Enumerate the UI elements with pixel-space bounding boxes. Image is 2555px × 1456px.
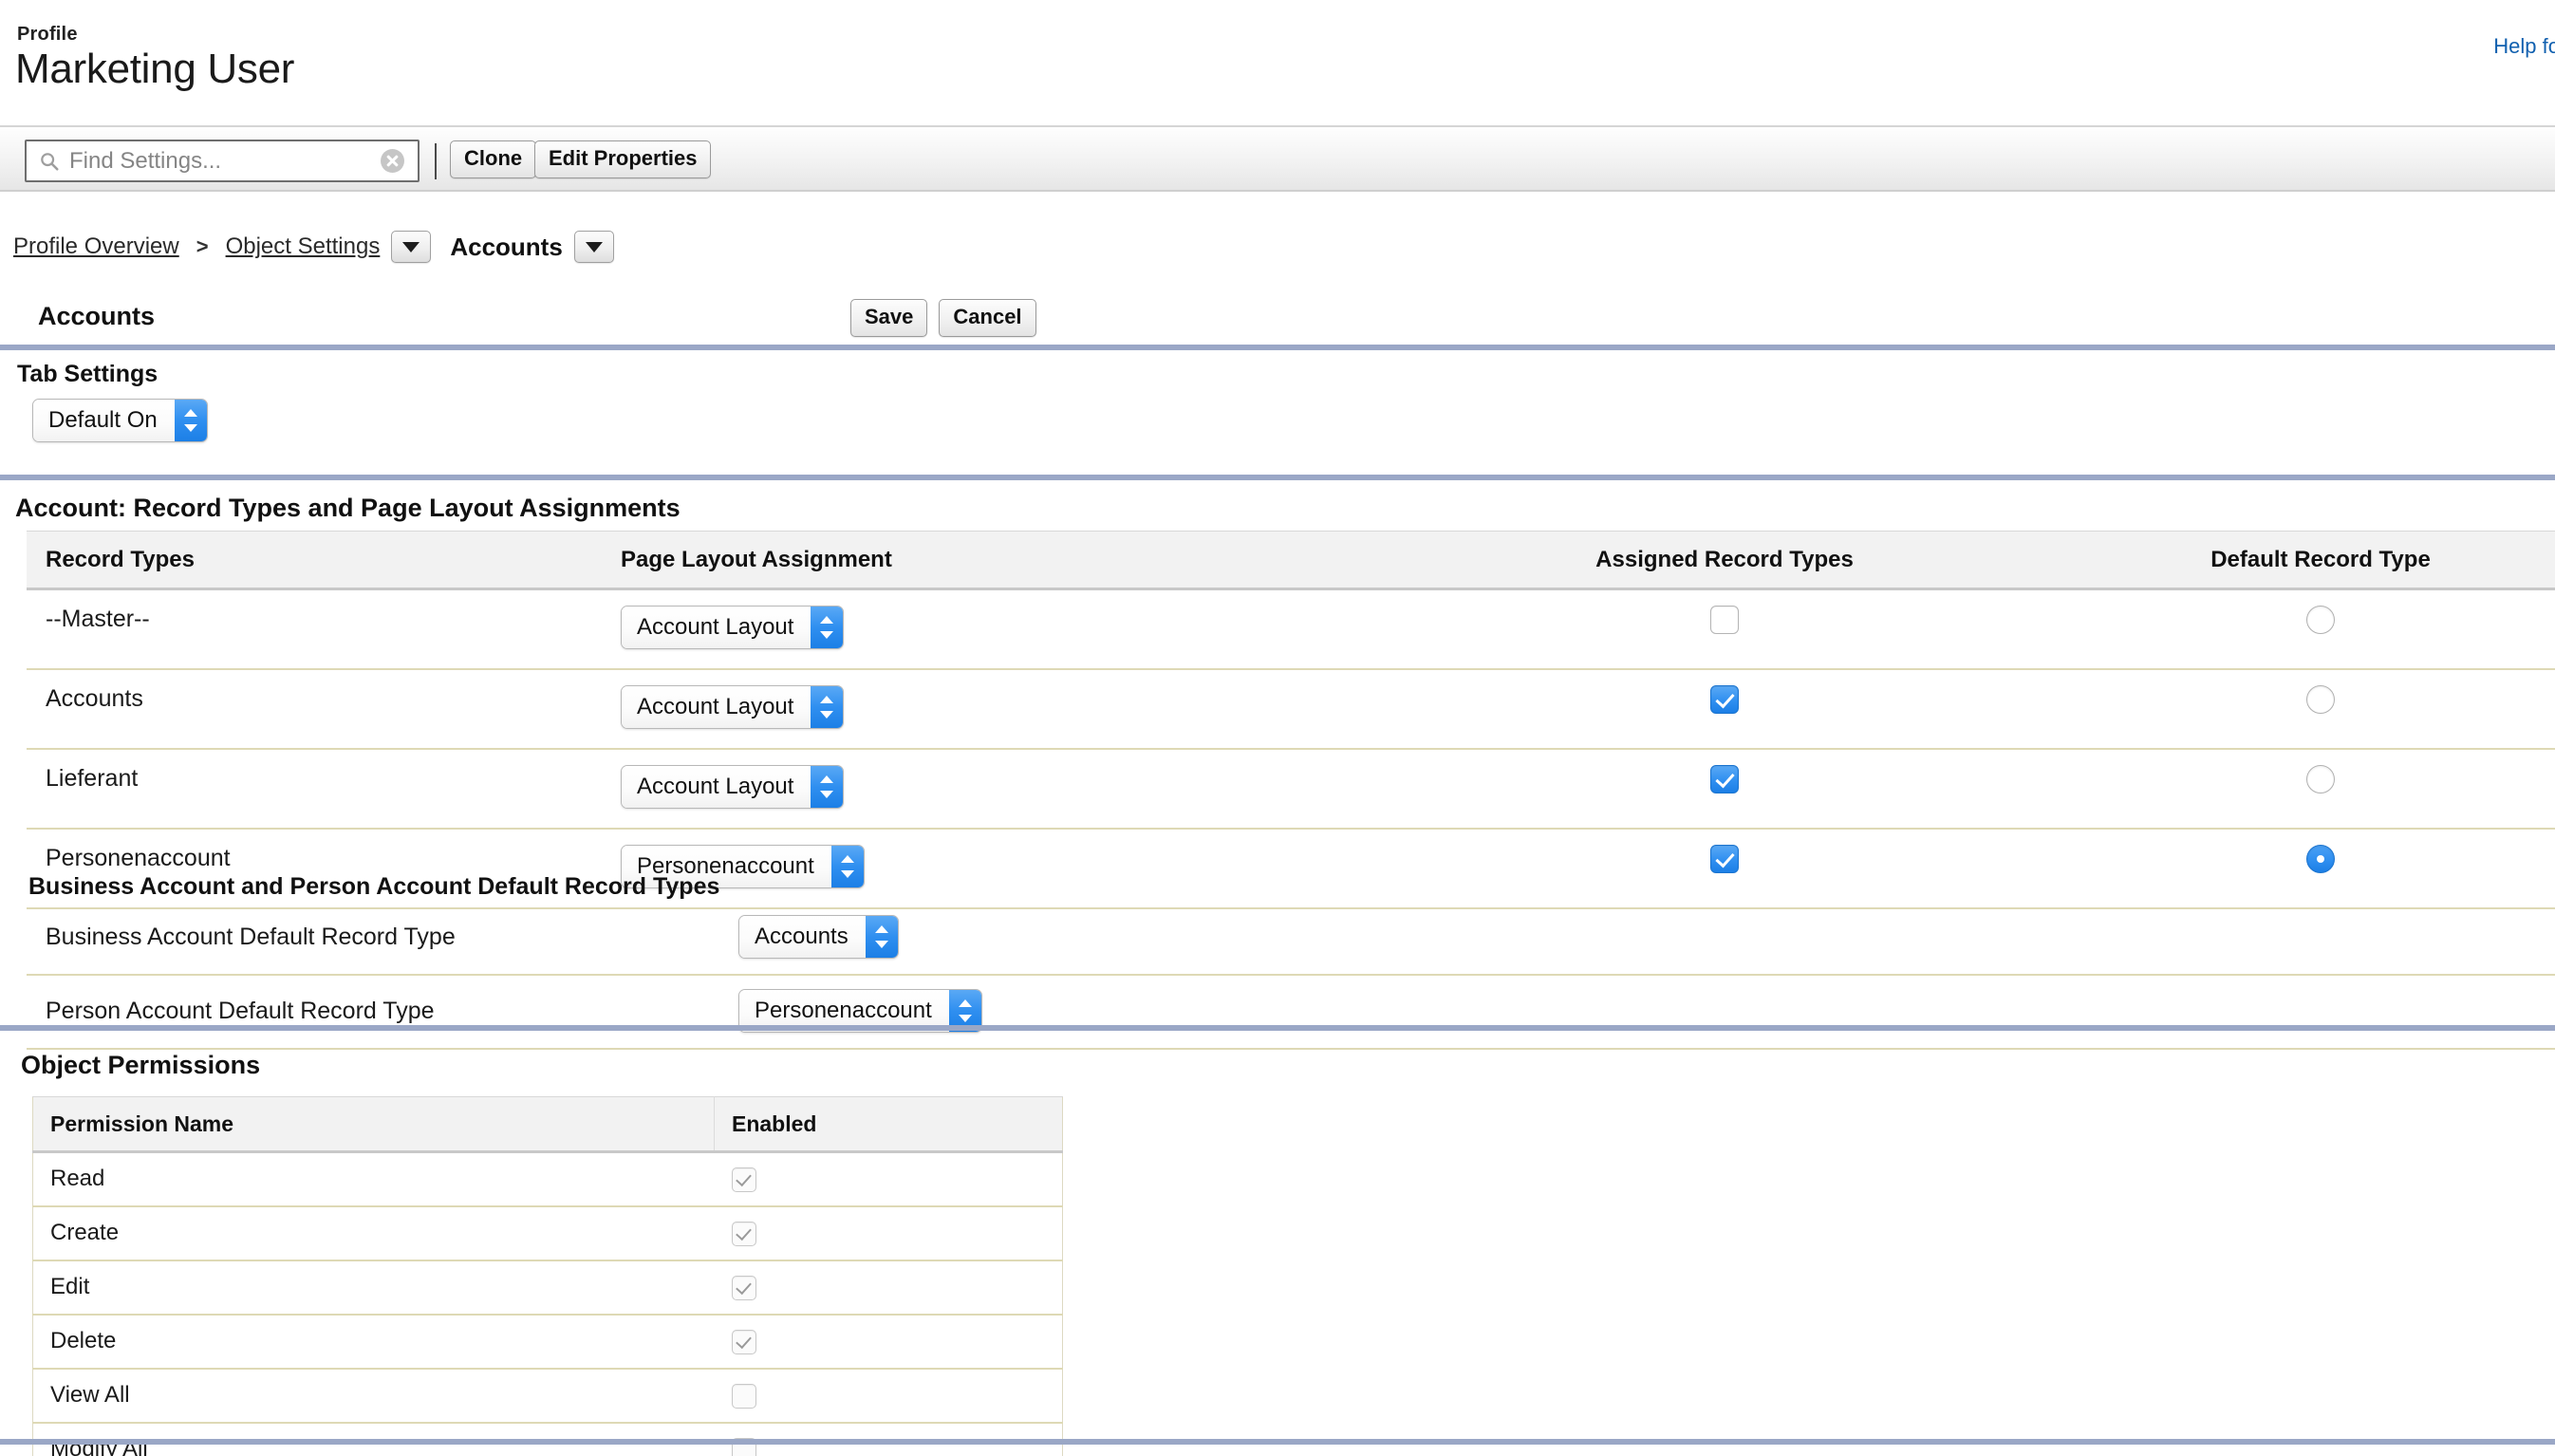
tab-settings-select[interactable]: Default On bbox=[32, 399, 208, 442]
assigned-record-type-checkbox[interactable] bbox=[1710, 606, 1739, 635]
table-row: Create bbox=[32, 1206, 1063, 1261]
business-account-default-value: Accounts bbox=[739, 916, 866, 958]
tab-settings-select-value: Default On bbox=[33, 400, 175, 441]
person-account-default-label: Person Account Default Record Type bbox=[27, 975, 719, 1050]
record-types-table: Record Types Page Layout Assignment Assi… bbox=[27, 531, 2555, 909]
chevron-down-icon bbox=[402, 241, 420, 252]
permission-enabled-checkbox bbox=[731, 1221, 756, 1246]
object-settings-dropdown-button[interactable] bbox=[391, 231, 432, 263]
default-record-type-radio[interactable] bbox=[2306, 685, 2335, 715]
permission-name: Edit bbox=[32, 1260, 715, 1316]
permission-enabled-checkbox bbox=[731, 1167, 756, 1192]
breadcrumb: Profile Overview > Object Settings Accou… bbox=[0, 220, 2555, 273]
stepper-arrows-icon bbox=[865, 916, 898, 958]
page-bottom-divider bbox=[0, 1439, 2555, 1445]
clear-icon[interactable] bbox=[381, 149, 404, 173]
permission-name: View All bbox=[32, 1369, 715, 1424]
assigned-record-type-checkbox[interactable] bbox=[1710, 845, 1739, 874]
chevron-down-icon bbox=[585, 241, 603, 252]
object-permissions-table: Permission Name Enabled Read Create Edit… bbox=[32, 1096, 1063, 1456]
table-row: Read bbox=[32, 1151, 1063, 1207]
page-eyebrow: Profile bbox=[17, 24, 78, 45]
table-row: Business Account Default Record Type Acc… bbox=[27, 902, 2555, 976]
table-row: Accounts Account Layout bbox=[27, 669, 2555, 750]
assigned-record-type-checkbox[interactable] bbox=[1710, 765, 1739, 794]
col-assigned-record-types: Assigned Record Types bbox=[1363, 531, 2086, 590]
default-record-type-radio[interactable] bbox=[2306, 845, 2335, 874]
stepper-arrows-icon bbox=[811, 686, 844, 728]
col-default-record-type: Default Record Type bbox=[2086, 531, 2555, 590]
table-row: View All bbox=[32, 1369, 1063, 1424]
account-defaults-heading: Business Account and Person Account Defa… bbox=[28, 873, 720, 900]
breadcrumb-profile-overview[interactable]: Profile Overview bbox=[13, 233, 179, 260]
search-box[interactable] bbox=[25, 140, 420, 182]
section-title-accounts: Accounts bbox=[38, 302, 156, 330]
section-divider bbox=[0, 475, 2555, 480]
stepper-arrows-icon bbox=[174, 400, 207, 441]
table-row: Lieferant Account Layout bbox=[27, 749, 2555, 830]
page-title: Marketing User bbox=[15, 46, 295, 92]
assigned-record-type-checkbox[interactable] bbox=[1710, 685, 1739, 715]
page-layout-select-value: Account Layout bbox=[622, 607, 811, 648]
col-permission-name: Permission Name bbox=[32, 1096, 715, 1153]
record-types-heading: Account: Record Types and Page Layout As… bbox=[15, 494, 681, 522]
stepper-arrows-icon bbox=[830, 846, 864, 887]
permission-name: Create bbox=[32, 1206, 715, 1261]
page-layout-select[interactable]: Account Layout bbox=[621, 685, 845, 729]
col-enabled: Enabled bbox=[714, 1096, 1063, 1153]
profile-object-settings-page: Profile Marketing User Help fo Clone Edi… bbox=[0, 0, 2555, 1456]
table-row: Person Account Default Record Type Perso… bbox=[27, 975, 2555, 1050]
edit-properties-button[interactable]: Edit Properties bbox=[534, 140, 712, 179]
breadcrumb-object-settings[interactable]: Object Settings bbox=[226, 233, 381, 260]
page-layout-select-value: Account Layout bbox=[622, 766, 811, 808]
cancel-button[interactable]: Cancel bbox=[939, 299, 1036, 338]
default-record-type-radio[interactable] bbox=[2306, 765, 2335, 794]
record-type-name: --Master-- bbox=[27, 588, 604, 670]
permission-name: Read bbox=[32, 1151, 715, 1207]
search-input[interactable] bbox=[69, 147, 381, 175]
section-divider bbox=[0, 345, 2555, 350]
page-layout-select[interactable]: Account Layout bbox=[621, 765, 845, 809]
business-account-default-select[interactable]: Accounts bbox=[738, 915, 899, 959]
table-row: Edit bbox=[32, 1260, 1063, 1316]
object-permissions-heading: Object Permissions bbox=[21, 1051, 261, 1079]
action-buttons: Save Cancel bbox=[850, 299, 1036, 338]
business-account-default-label: Business Account Default Record Type bbox=[27, 902, 719, 976]
accounts-dropdown-button[interactable] bbox=[573, 231, 614, 263]
permission-enabled-checkbox bbox=[731, 1329, 756, 1354]
help-link[interactable]: Help fo bbox=[2493, 34, 2555, 59]
breadcrumb-separator: > bbox=[196, 234, 209, 258]
table-header-row: Permission Name Enabled bbox=[32, 1096, 1063, 1153]
table-row: --Master-- Account Layout bbox=[27, 588, 2555, 670]
section-divider bbox=[0, 1025, 2555, 1031]
page-header: Profile Marketing User Help fo bbox=[0, 0, 2555, 125]
permission-enabled-checkbox bbox=[731, 1275, 756, 1300]
toolbar-divider bbox=[435, 143, 437, 179]
settings-toolbar: Clone Edit Properties bbox=[0, 125, 2555, 192]
table-header-row: Record Types Page Layout Assignment Assi… bbox=[27, 531, 2555, 590]
clone-button[interactable]: Clone bbox=[450, 140, 537, 179]
page-layout-select[interactable]: Account Layout bbox=[621, 606, 845, 649]
page-layout-select-value: Account Layout bbox=[622, 686, 811, 728]
record-type-name: Accounts bbox=[27, 669, 604, 750]
stepper-arrows-icon bbox=[811, 607, 844, 648]
permission-enabled-checkbox bbox=[731, 1383, 756, 1409]
col-page-layout: Page Layout Assignment bbox=[604, 531, 1363, 590]
default-record-type-radio[interactable] bbox=[2306, 606, 2335, 635]
permission-name: Delete bbox=[32, 1315, 715, 1370]
record-type-name: Lieferant bbox=[27, 749, 604, 830]
col-record-types: Record Types bbox=[27, 531, 604, 590]
save-button[interactable]: Save bbox=[850, 299, 928, 338]
breadcrumb-current: Accounts bbox=[450, 232, 563, 261]
tab-settings-heading: Tab Settings bbox=[17, 361, 159, 387]
table-row: Delete bbox=[32, 1315, 1063, 1370]
search-icon bbox=[41, 152, 59, 171]
stepper-arrows-icon bbox=[811, 766, 844, 808]
